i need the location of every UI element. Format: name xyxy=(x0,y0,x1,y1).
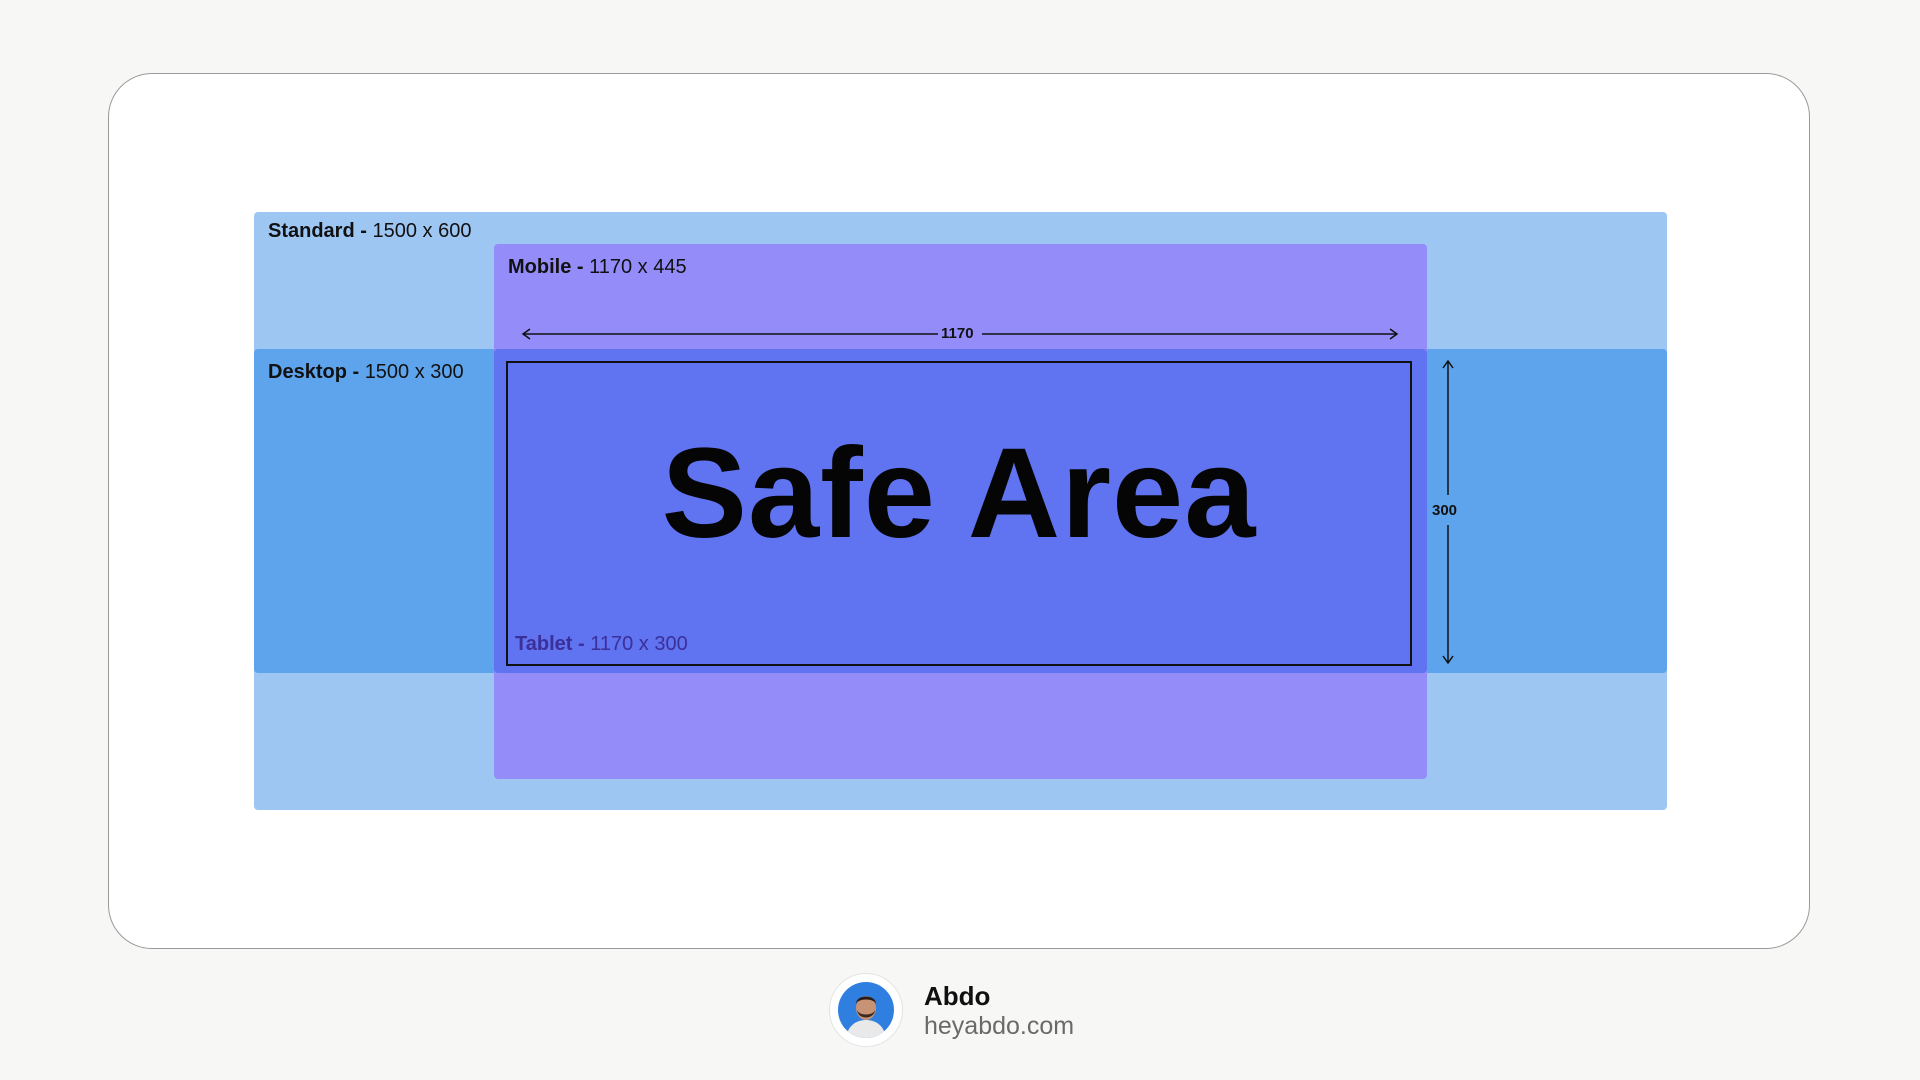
safe-area-title: Safe Area xyxy=(661,422,1257,565)
standard-label: Standard - 1500 x 600 xyxy=(268,220,471,243)
mobile-name: Mobile - xyxy=(508,256,584,278)
desktop-name: Desktop - xyxy=(268,361,360,383)
height-dimension-label: 300 xyxy=(1432,502,1458,519)
tablet-label: Tablet - 1170 x 300 xyxy=(515,633,688,656)
author-name: Abdo xyxy=(924,981,991,1011)
mobile-label: Mobile - 1170 x 445 xyxy=(508,256,687,279)
desktop-label: Desktop - 1500 x 300 xyxy=(268,361,464,384)
person-avatar-icon xyxy=(838,982,894,1038)
standard-size: 1500 x 600 xyxy=(372,220,472,242)
desktop-size: 1500 x 300 xyxy=(364,361,464,383)
width-dimension-label: 1170 xyxy=(941,325,974,342)
tablet-name: Tablet - xyxy=(515,633,585,655)
standard-name: Standard - xyxy=(268,220,367,242)
mobile-size: 1170 x 445 xyxy=(589,256,687,278)
author-website[interactable]: heyabdo.com xyxy=(924,1012,1074,1041)
avatar xyxy=(829,973,903,1047)
tablet-size: 1170 x 300 xyxy=(590,633,688,655)
